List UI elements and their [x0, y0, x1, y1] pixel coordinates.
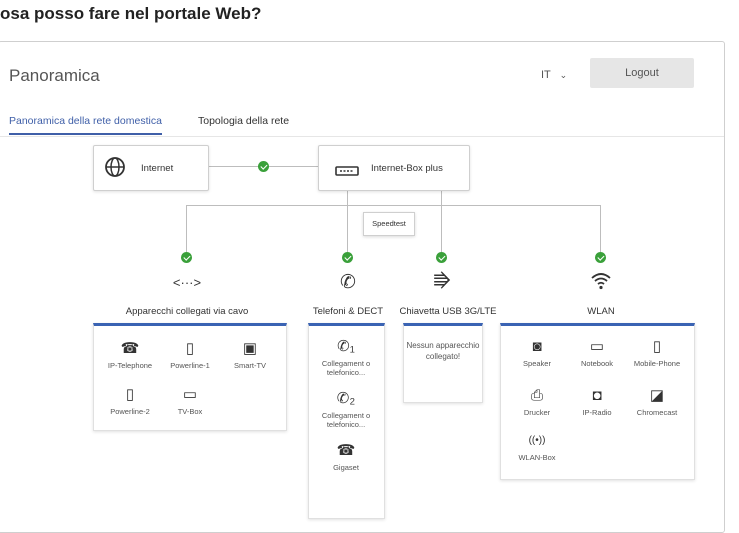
- internet-node[interactable]: Internet: [93, 145, 209, 191]
- portal-window: Panoramica IT ⌄ Logout Panoramica della …: [0, 41, 725, 533]
- device-label: WLAN-Box: [518, 453, 556, 462]
- plug-icon: ▯: [125, 386, 135, 403]
- wlan-box-icon: ((•)): [528, 435, 546, 446]
- page-title: Panoramica: [9, 66, 100, 85]
- plug-icon: ▯: [185, 340, 195, 357]
- status-ok-icon: [595, 252, 606, 263]
- device-label: Collegament o telefonico...: [321, 411, 371, 429]
- device-label: Drucker: [523, 408, 551, 417]
- router-icon: [335, 163, 359, 181]
- device-label: Mobile-Phone: [633, 359, 681, 368]
- status-ok-icon: [436, 252, 447, 263]
- device-ip-telephone[interactable]: ☎ IP-Telephone: [99, 340, 161, 370]
- connector-line: [186, 205, 187, 252]
- phone-line-1-icon: ✆₁: [337, 338, 355, 355]
- device-powerline-2[interactable]: ▯ Powerline-2: [99, 386, 161, 416]
- connector-line: [347, 185, 348, 252]
- connector-line: [186, 205, 601, 206]
- laptop-icon: ▭: [589, 338, 605, 355]
- tab-overview[interactable]: Panoramica della rete domestica: [9, 115, 162, 135]
- device-phone-line-1[interactable]: ✆₁ Collegament o telefonico...: [315, 338, 377, 377]
- phone-devices-card: ✆₁ Collegament o telefonico... ✆₂ Colleg…: [308, 323, 385, 519]
- language-value: IT: [541, 69, 551, 81]
- status-ok-icon: [258, 161, 269, 172]
- connector-line: [600, 205, 601, 252]
- device-drucker[interactable]: ⎙ Drucker: [506, 387, 568, 417]
- device-smart-tv[interactable]: ▣ Smart-TV: [219, 340, 281, 370]
- category-phone-label: Telefoni & DECT: [312, 306, 384, 317]
- device-label: Speaker: [523, 359, 551, 368]
- device-label: Powerline-1: [170, 361, 210, 370]
- device-mobile-phone[interactable]: ▯ Mobile-Phone: [626, 338, 688, 368]
- radio-icon: ◘: [592, 387, 602, 404]
- internet-box-node[interactable]: Internet-Box plus: [318, 145, 470, 191]
- language-select[interactable]: IT ⌄: [541, 69, 567, 81]
- desk-phone-icon: ☎: [336, 442, 356, 459]
- printer-icon: ⎙: [530, 387, 543, 404]
- device-wlan-box[interactable]: ((•)) WLAN-Box: [506, 432, 568, 462]
- device-powerline-1[interactable]: ▯ Powerline-1: [159, 340, 221, 370]
- status-ok-icon: [181, 252, 192, 263]
- code-icon: <···>: [172, 275, 202, 290]
- empty-state-text: Nessun apparecchio collegato!: [406, 341, 480, 361]
- page-heading: osa posso fare nel portale Web?: [0, 4, 262, 23]
- device-label: Gigaset: [333, 463, 359, 472]
- cast-icon: ◪: [649, 387, 665, 404]
- internet-box-label: Internet-Box plus: [371, 163, 443, 174]
- device-label: Notebook: [580, 359, 614, 368]
- device-speaker[interactable]: ◙ Speaker: [506, 338, 568, 368]
- device-ip-radio[interactable]: ◘ IP-Radio: [566, 387, 628, 417]
- mobile-icon: ▯: [652, 338, 662, 355]
- desk-phone-icon: ☎: [120, 340, 140, 357]
- tab-topology[interactable]: Topologia della rete: [198, 115, 289, 133]
- device-chromecast[interactable]: ◪ Chromecast: [626, 387, 688, 417]
- status-ok-icon: [342, 252, 353, 263]
- device-notebook[interactable]: ▭ Notebook: [566, 338, 628, 368]
- usb-devices-card: Nessun apparecchio collegato!: [403, 323, 483, 403]
- device-label: Smart-TV: [233, 361, 267, 370]
- wlan-devices-card: ◙ Speaker ▭ Notebook ▯ Mobile-Phone ⎙ Dr…: [500, 323, 695, 480]
- device-label: Collegament o telefonico...: [321, 359, 371, 377]
- device-label: TV-Box: [177, 407, 203, 416]
- device-label: IP-Radio: [582, 408, 612, 417]
- category-usb-label: Chiavetta USB 3G/LTE: [399, 306, 497, 317]
- speedtest-button[interactable]: Speedtest: [363, 212, 415, 236]
- tab-divider: [0, 136, 724, 137]
- tv-box-icon: ▭: [182, 386, 198, 403]
- phone-line-2-icon: ✆₂: [336, 390, 356, 407]
- globe-icon: [104, 156, 126, 183]
- category-wlan-label: WLAN: [587, 306, 615, 317]
- connector-line: [441, 185, 442, 252]
- device-label: Powerline-2: [110, 407, 150, 416]
- usb-icon: ⭆: [433, 272, 451, 293]
- cable-devices-card: ☎ IP-Telephone ▯ Powerline-1 ▣ Smart-TV …: [93, 323, 287, 431]
- phone-icon: ✆: [340, 272, 356, 293]
- speaker-icon: ◙: [532, 338, 542, 355]
- logout-button[interactable]: Logout: [590, 58, 694, 88]
- device-gigaset[interactable]: ☎ Gigaset: [315, 442, 377, 472]
- device-label: IP-Telephone: [107, 361, 153, 370]
- chevron-down-icon: ⌄: [559, 70, 568, 80]
- internet-label: Internet: [141, 163, 174, 174]
- wifi-icon: [581, 270, 621, 298]
- device-label: Chromecast: [636, 408, 678, 417]
- tv-icon: ▣: [242, 340, 258, 357]
- category-cable-label: Apparecchi collegati via cavo: [125, 306, 249, 317]
- device-phone-line-2[interactable]: ✆₂ Collegament o telefonico...: [315, 390, 377, 429]
- device-tv-box[interactable]: ▭ TV-Box: [159, 386, 221, 416]
